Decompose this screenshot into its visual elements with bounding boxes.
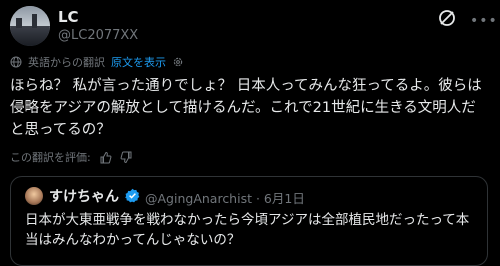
verified-badge-icon: [125, 188, 140, 203]
quote-author-display-name[interactable]: すけちゃん: [49, 186, 119, 206]
tweet-text: ほらね？ 私が言った通りでしょ？ 日本人ってみんな狂ってるよ。彼らは侵略をアジア…: [10, 78, 482, 138]
globe-icon: [10, 56, 22, 68]
author-display-name[interactable]: LC: [58, 8, 79, 26]
quote-author-handle-date: @AgingAnarchist · 6月1日: [145, 191, 305, 206]
quoted-tweet[interactable]: すけちゃん @AgingAnarchist · 6月1日 日本が大東亜戦争を戦わ…: [10, 176, 488, 266]
quote-author-avatar[interactable]: [25, 187, 43, 205]
author-avatar[interactable]: [10, 6, 50, 46]
quote-text: 日本が大東亜戦争を戦わなかったら今頃アジアは全部植民地だったって本当はみんなわか…: [25, 212, 470, 248]
thumb-up-icon[interactable]: [99, 151, 112, 164]
more-icon[interactable]: •••: [470, 13, 498, 29]
gear-icon[interactable]: [172, 56, 184, 68]
rate-translation: この翻訳を評価:: [10, 149, 133, 165]
rate-prompt: この翻訳を評価:: [10, 151, 91, 164]
author-handle[interactable]: @LC2077XX: [58, 28, 138, 43]
translation-notice: 英語からの翻訳 原文を表示: [10, 54, 184, 70]
show-original-link[interactable]: 原文を表示: [111, 54, 166, 70]
grok-icon[interactable]: [437, 8, 457, 28]
thumb-down-icon[interactable]: [120, 151, 133, 164]
translated-from-label: 英語からの翻訳: [28, 56, 105, 69]
